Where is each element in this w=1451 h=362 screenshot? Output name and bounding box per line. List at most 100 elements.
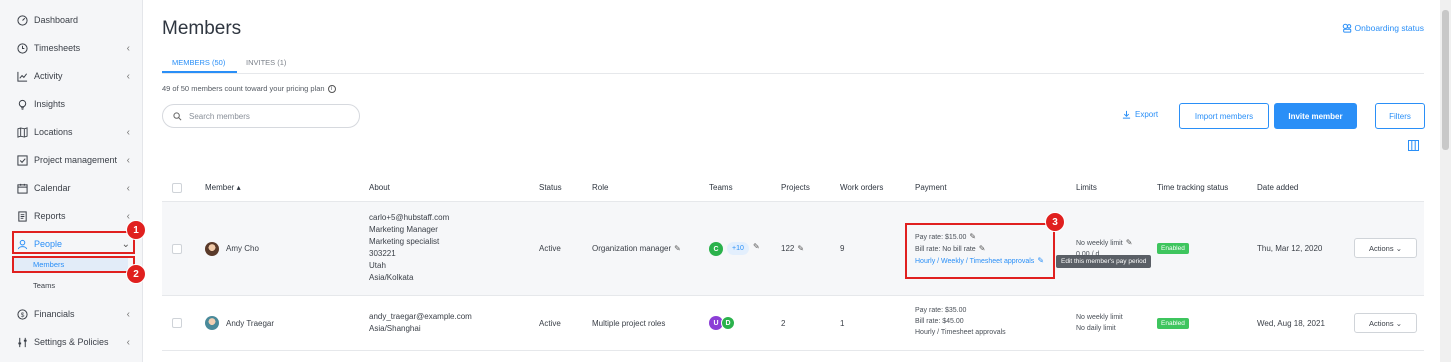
export-button[interactable]: Export (1122, 110, 1158, 119)
import-members-button[interactable]: Import members (1179, 103, 1269, 129)
pencil-icon[interactable]: ✎ (1126, 237, 1133, 248)
member-name[interactable]: Andy Traegar (226, 318, 274, 330)
team-badge[interactable]: D (721, 316, 735, 330)
sidebar-item-locations[interactable]: Locations ‹ (0, 118, 143, 146)
checkbox-icon (16, 154, 28, 166)
download-icon (1122, 110, 1131, 119)
annotation-badge-2: 2 (126, 264, 146, 284)
chevron-left-icon: ‹ (126, 336, 130, 348)
daily-limit: No daily limit (1076, 325, 1116, 332)
sidebar-item-label: Activity (34, 71, 63, 81)
pricing-plan-text: 49 of 50 members count toward your prici… (162, 84, 325, 93)
svg-text:$: $ (20, 311, 24, 318)
weekly-limit-text: No weekly limit (1076, 240, 1123, 247)
team-badge[interactable]: C (709, 242, 723, 256)
column-header-member[interactable]: Member ▴ (205, 183, 241, 192)
about-line: Asia/Shanghai (369, 324, 421, 333)
sidebar-item-insights[interactable]: Insights (0, 90, 143, 118)
sidebar-item-project-management[interactable]: Project management ‹ (0, 146, 143, 174)
member-limits: No weekly limit No daily limit (1076, 312, 1123, 334)
member-status: Active (539, 244, 561, 253)
sliders-icon (16, 336, 28, 348)
search-input[interactable] (189, 111, 349, 121)
member-work-orders: 9 (840, 244, 845, 253)
weekly-limit[interactable]: No weekly limit ✎ (1076, 237, 1132, 249)
date-added: Wed, Aug 18, 2021 (1257, 319, 1325, 328)
member-role: Multiple project roles (592, 319, 666, 328)
onboarding-status-link[interactable]: Onboarding status (1342, 23, 1424, 33)
row-checkbox[interactable] (172, 318, 182, 328)
sidebar-item-label: Settings & Policies (34, 337, 109, 347)
chart-icon (16, 70, 28, 82)
sidebar-subitem-teams[interactable]: Teams (14, 278, 128, 293)
date-added: Thu, Mar 12, 2020 (1257, 244, 1323, 253)
column-header-work-orders: Work orders (840, 183, 884, 192)
actions-label: Actions (1369, 318, 1394, 328)
sidebar-item-label: Financials (34, 309, 75, 319)
chevron-left-icon: ‹ (126, 70, 130, 82)
column-header-about: About (369, 183, 390, 192)
map-icon (16, 126, 28, 138)
annotation-badge-3: 3 (1045, 212, 1065, 232)
actions-dropdown[interactable]: Actions ⌄ (1354, 313, 1417, 333)
scrollbar-thumb[interactable] (1442, 10, 1449, 150)
sidebar-item-label: Dashboard (34, 15, 79, 25)
header-member-label: Member (205, 183, 235, 192)
sidebar-item-activity[interactable]: Activity ‹ (0, 62, 143, 90)
sidebar-item-label: Timesheets (34, 43, 81, 53)
select-all-checkbox[interactable] (172, 183, 182, 193)
column-header-limits: Limits (1076, 183, 1097, 192)
member-role: Organization manager ✎ (592, 243, 681, 255)
role-text: Organization manager (592, 244, 672, 253)
member-about: carlo+5@hubstaff.com Marketing Manager M… (369, 212, 449, 284)
member-projects[interactable]: 2 (781, 318, 785, 330)
bill-rate: Bill rate: $45.00 (915, 318, 964, 325)
filters-button[interactable]: Filters (1375, 103, 1425, 129)
search-icon (173, 111, 182, 120)
info-icon[interactable]: i (327, 84, 336, 93)
member-projects[interactable]: 122 ✎ (781, 243, 804, 255)
sidebar-item-calendar[interactable]: Calendar ‹ (0, 174, 143, 202)
sidebar-item-reports[interactable]: Reports ‹ (0, 202, 143, 230)
clock-icon (16, 42, 28, 54)
sidebar-item-label: Calendar (34, 183, 71, 193)
invite-member-button[interactable]: Invite member (1274, 103, 1357, 129)
sidebar: Dashboard Timesheets ‹ Activity ‹ Insigh… (0, 0, 143, 362)
highlight-people (12, 231, 135, 254)
tab-invites[interactable]: INVITES (1) (246, 58, 286, 67)
member-payment: Pay rate: $35.00 Bill rate: $45.00 Hourl… (915, 305, 1006, 338)
columns-icon[interactable] (1408, 140, 1419, 151)
pencil-icon[interactable]: ✎ (674, 243, 681, 255)
about-line: Marketing Manager (369, 225, 438, 234)
tab-members[interactable]: MEMBERS (50) (172, 58, 225, 67)
onboarding-icon (1342, 23, 1351, 33)
row-checkbox[interactable] (172, 244, 182, 254)
about-line: 303221 (369, 249, 396, 258)
pay-period: Hourly / Timesheet approvals (915, 329, 1006, 336)
sort-up-icon: ▴ (236, 183, 241, 192)
member-status: Active (539, 319, 561, 328)
sidebar-item-settings[interactable]: Settings & Policies ‹ (0, 328, 143, 356)
pencil-icon[interactable]: ✎ (753, 242, 760, 251)
sidebar-item-financials[interactable]: $ Financials ‹ (0, 300, 143, 328)
chevron-left-icon: ‹ (126, 42, 130, 54)
highlight-payment (905, 223, 1055, 279)
chevron-left-icon: ‹ (126, 182, 130, 194)
sidebar-item-timesheets[interactable]: Timesheets ‹ (0, 34, 143, 62)
column-header-role: Role (592, 183, 609, 192)
row-divider (162, 295, 1424, 296)
chevron-left-icon: ‹ (126, 126, 130, 138)
search-box[interactable] (162, 104, 360, 128)
sidebar-item-label: Reports (34, 211, 66, 221)
sidebar-item-dashboard[interactable]: Dashboard (0, 6, 143, 34)
pencil-icon[interactable]: ✎ (797, 243, 804, 255)
tabs-divider (162, 73, 1424, 74)
page-title: Members (162, 18, 242, 39)
member-name[interactable]: Amy Cho (226, 243, 259, 255)
column-header-date-added: Date added (1257, 183, 1299, 192)
actions-dropdown[interactable]: Actions ⌄ (1354, 238, 1417, 258)
chevron-left-icon: ‹ (126, 308, 130, 320)
about-line: andy_traegar@example.com (369, 312, 472, 321)
more-teams-pill[interactable]: +10 (727, 242, 749, 255)
pricing-plan-note: 49 of 50 members count toward your prici… (162, 84, 336, 93)
